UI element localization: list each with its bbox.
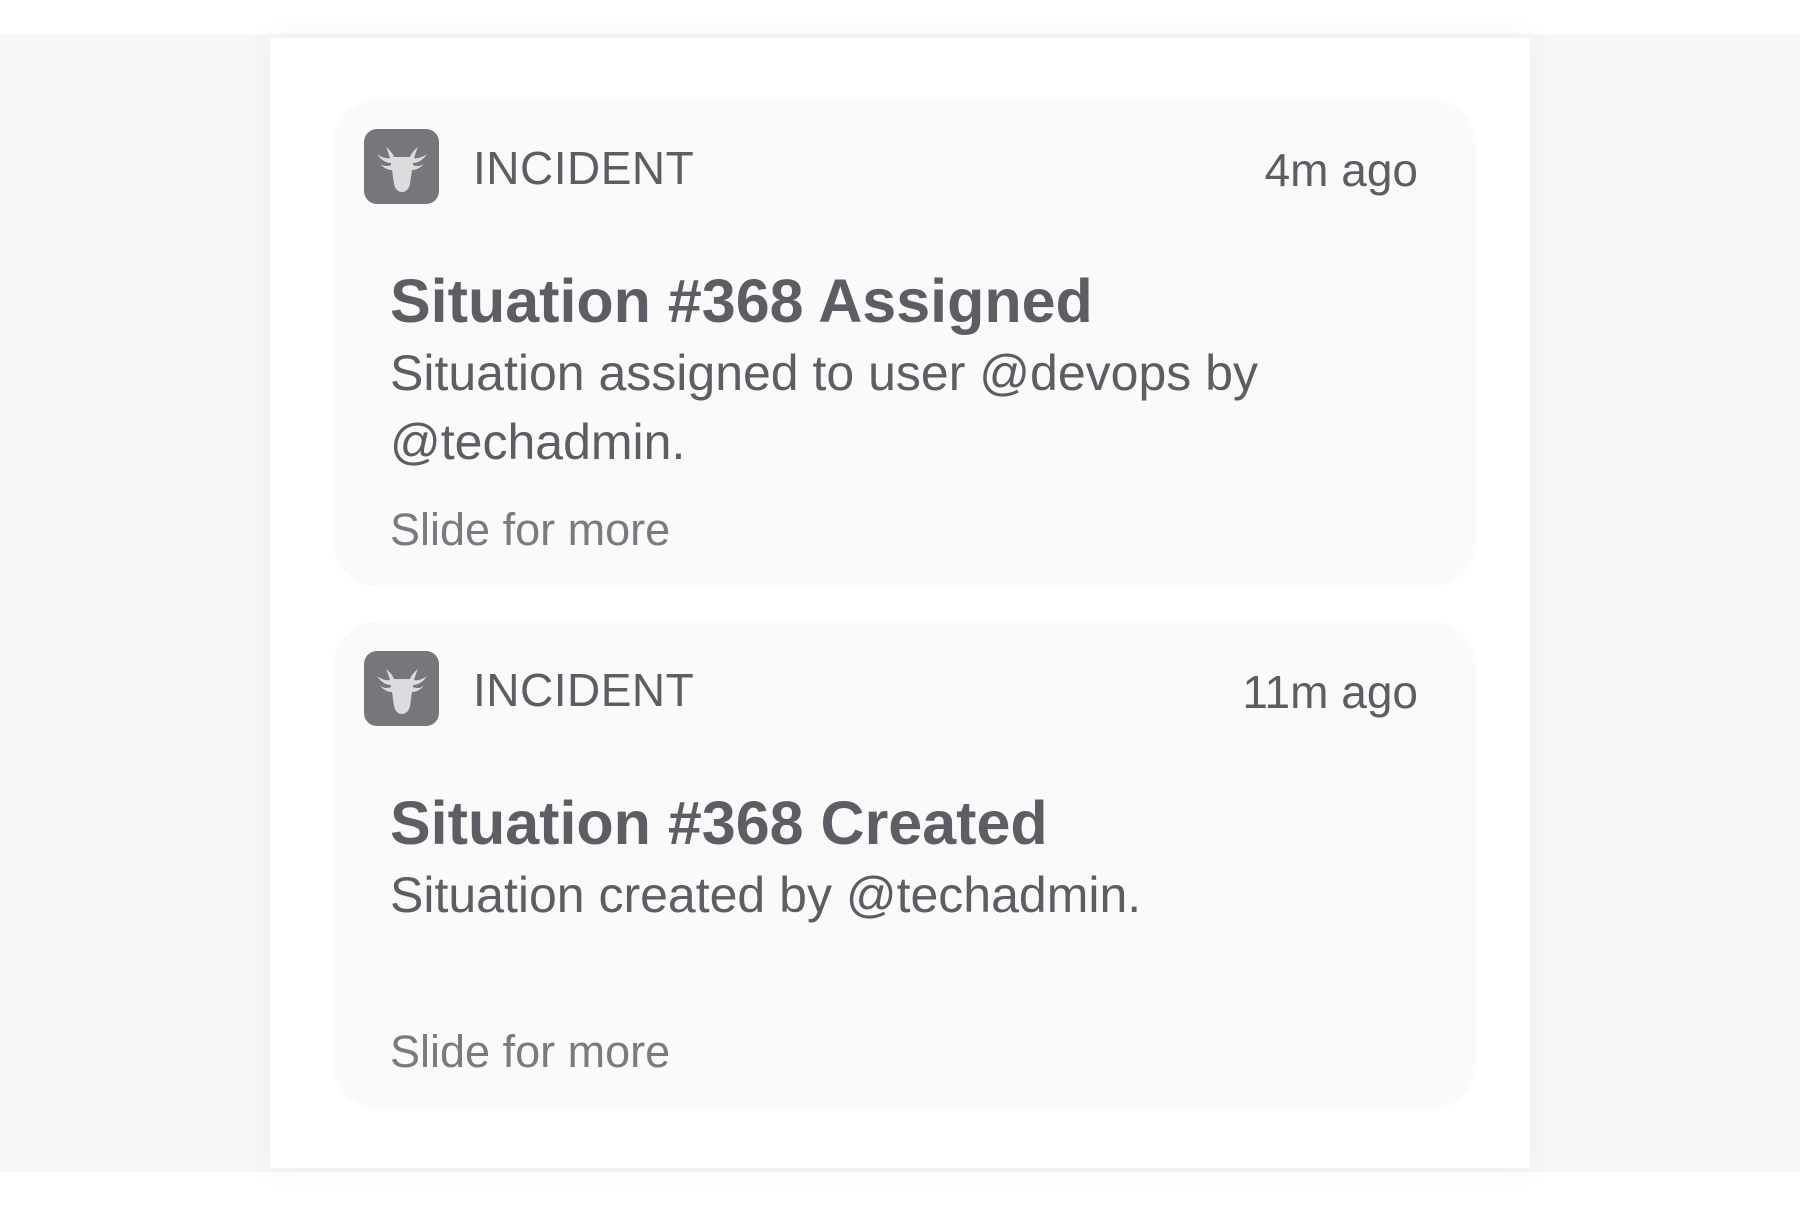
notification-center-panel: INCIDENT 4m ago Situation #368 Assigned … [270, 38, 1530, 1168]
notification-title: Situation #368 Created [390, 789, 1048, 857]
timestamp: 4m ago [1264, 144, 1418, 196]
app-name: INCIDENT [473, 664, 695, 716]
notification-title: Situation #368 Assigned [390, 267, 1093, 335]
bull-head-icon [364, 129, 439, 204]
bull-head-icon [364, 651, 439, 726]
timestamp: 11m ago [1242, 666, 1418, 718]
notification-body: Situation created by @techadmin. [390, 867, 1142, 923]
notification-card[interactable]: INCIDENT 4m ago Situation #368 Assigned … [333, 99, 1476, 587]
notification-body: Situation assigned to user @devops by @t… [390, 345, 1258, 470]
slide-for-more-hint: Slide for more [390, 1026, 671, 1077]
slide-for-more-hint: Slide for more [390, 504, 671, 555]
notification-card[interactable]: INCIDENT 11m ago Situation #368 Created … [333, 621, 1476, 1109]
app-name: INCIDENT [473, 142, 695, 194]
